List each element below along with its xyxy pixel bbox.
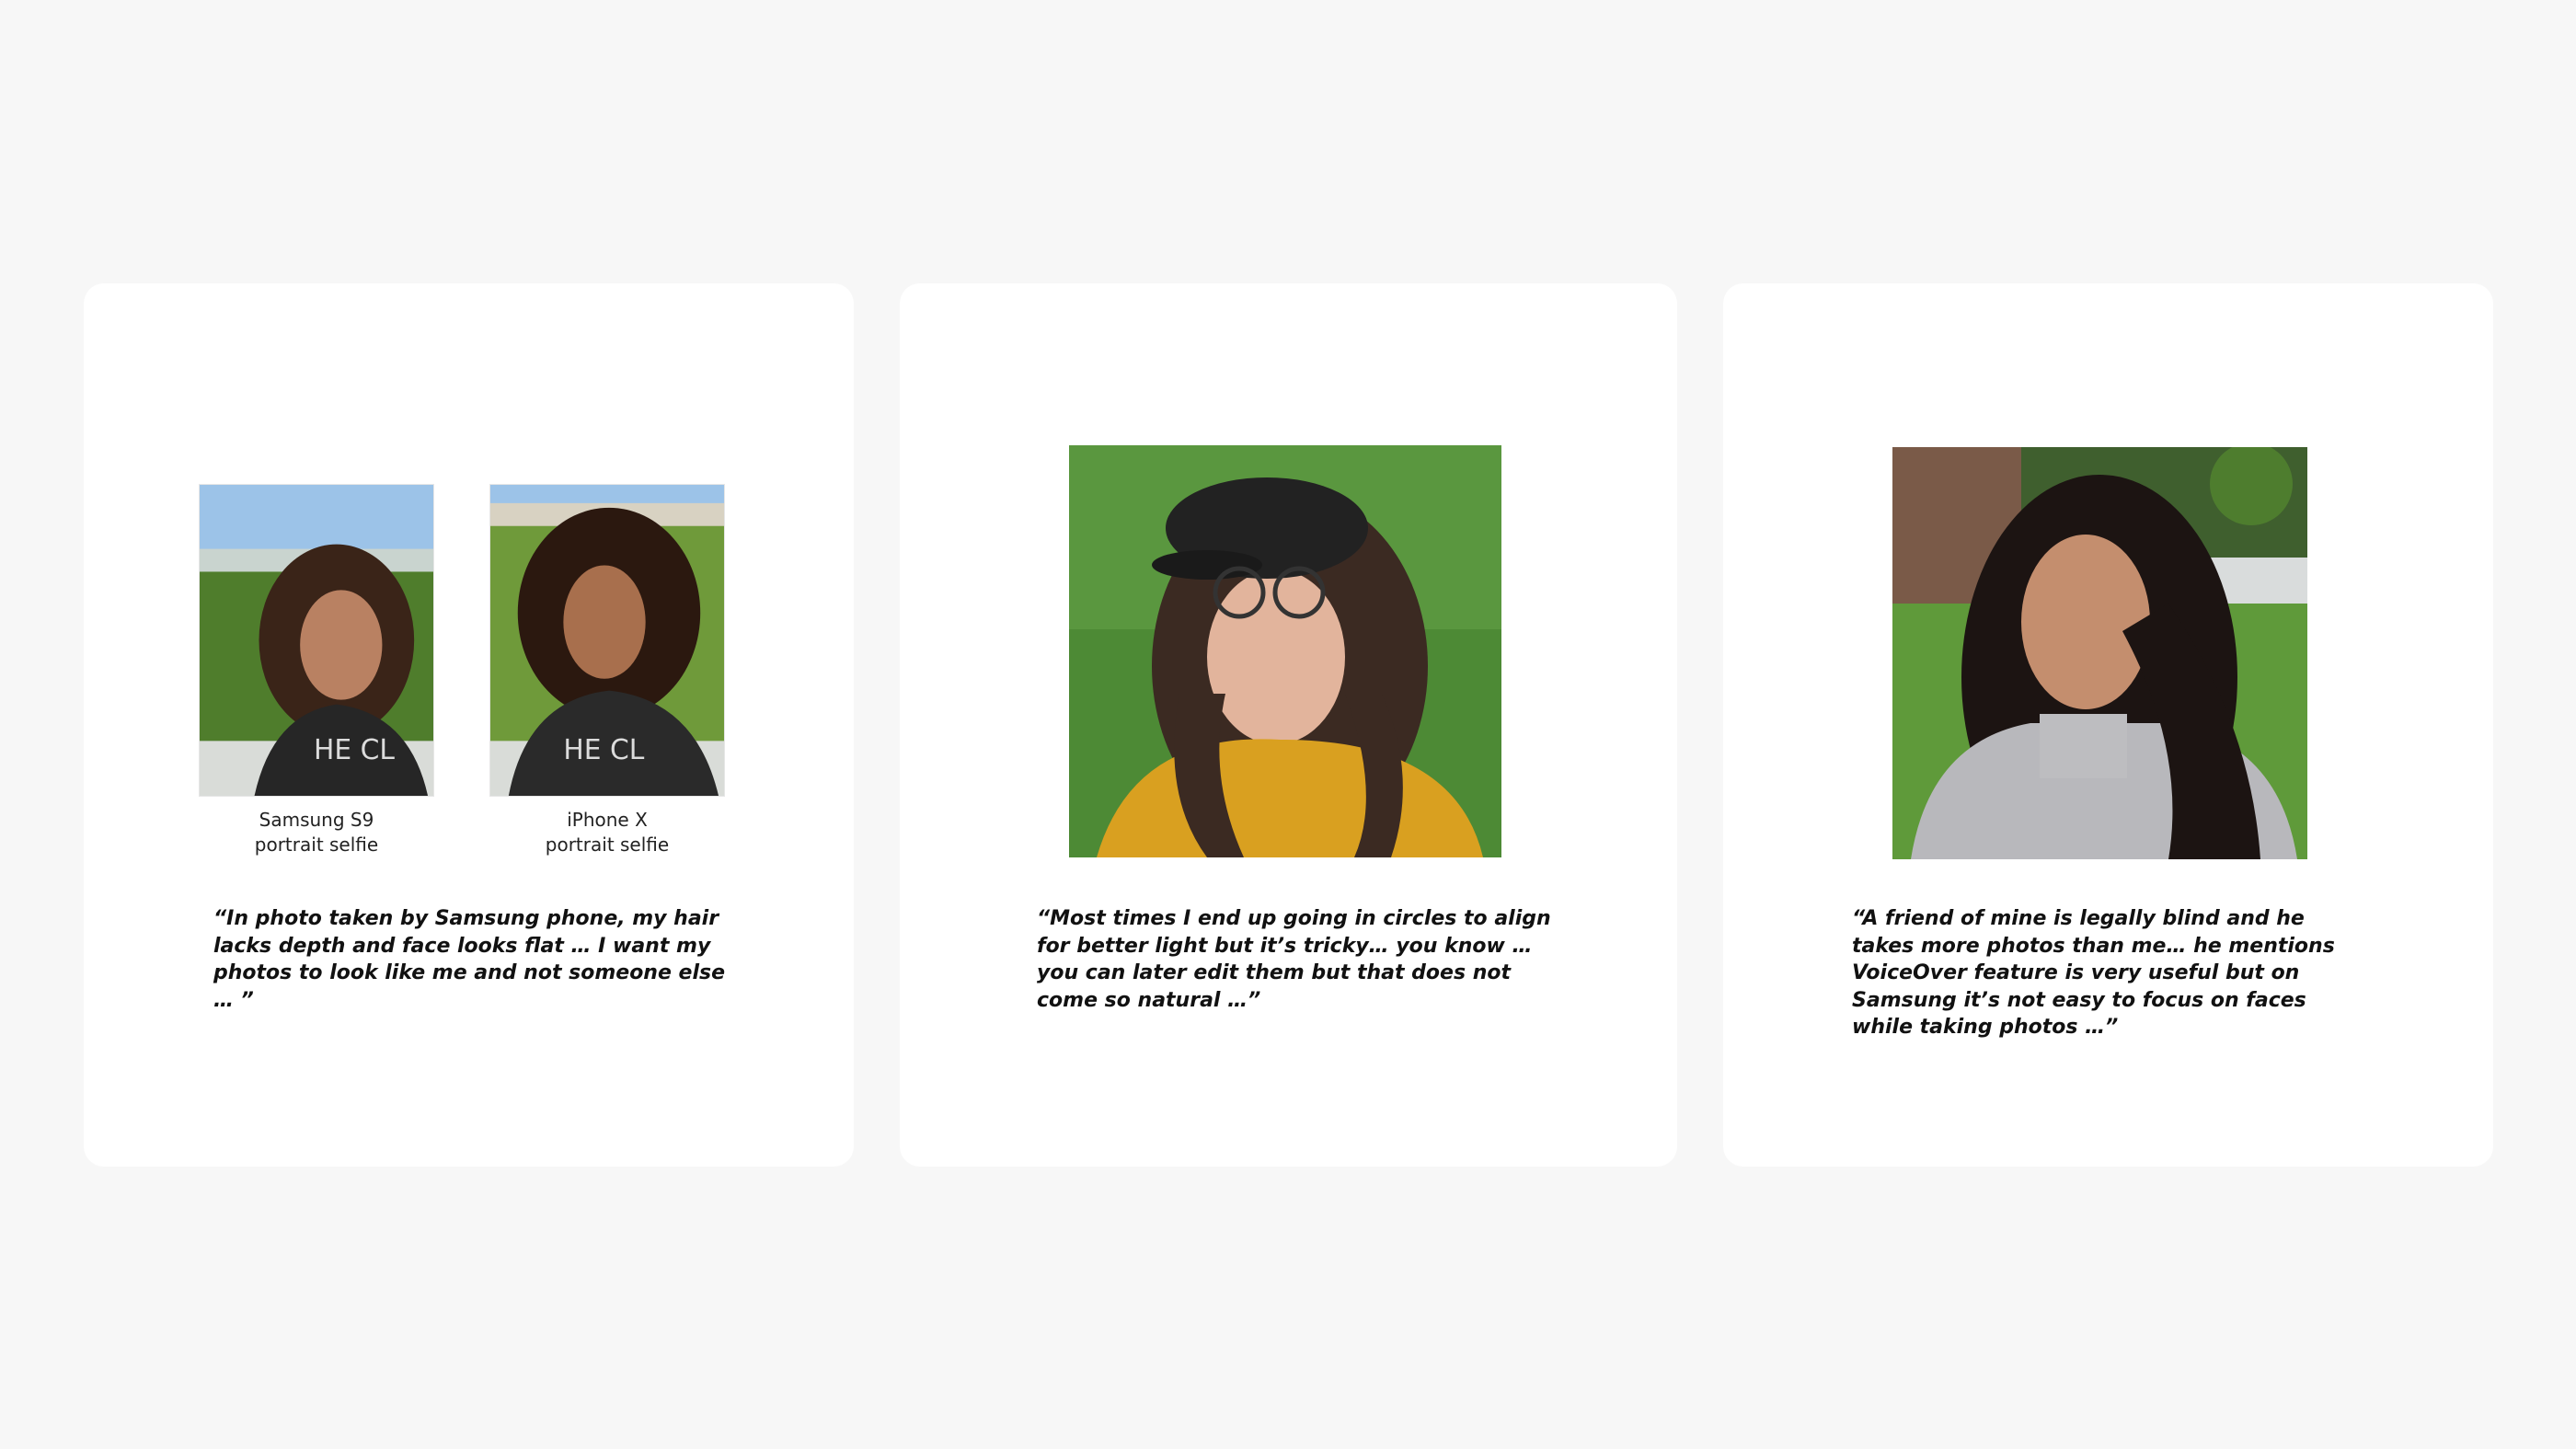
svg-text:HE CL: HE CL: [314, 734, 395, 766]
page: HE CL Samsung S9 portrait selfie HE CL i…: [0, 0, 2576, 1449]
quote-card-1: HE CL Samsung S9 portrait selfie HE CL i…: [84, 283, 854, 1167]
svg-text:HE CL: HE CL: [563, 734, 644, 766]
samsung-selfie-photo: HE CL: [199, 484, 434, 797]
quote-card-3: “A friend of mine is legally blind and h…: [1723, 283, 2493, 1167]
quote-text: “A friend of mine is legally blind and h…: [1852, 907, 2335, 1039]
interviewee-photo: [1892, 447, 2307, 859]
quote-card-2: “Most times I end up going in circles to…: [900, 283, 1677, 1167]
iphone-selfie-photo: HE CL: [489, 484, 725, 797]
quote-text: “Most times I end up going in circles to…: [1037, 907, 1551, 1012]
samsung-photo-caption: Samsung S9 portrait selfie: [254, 809, 379, 856]
quote-text: “In photo taken by Samsung phone, my hai…: [213, 907, 726, 1012]
iphone-photo-caption: iPhone X portrait selfie: [545, 809, 670, 856]
interviewee-photo: [1069, 445, 1501, 857]
